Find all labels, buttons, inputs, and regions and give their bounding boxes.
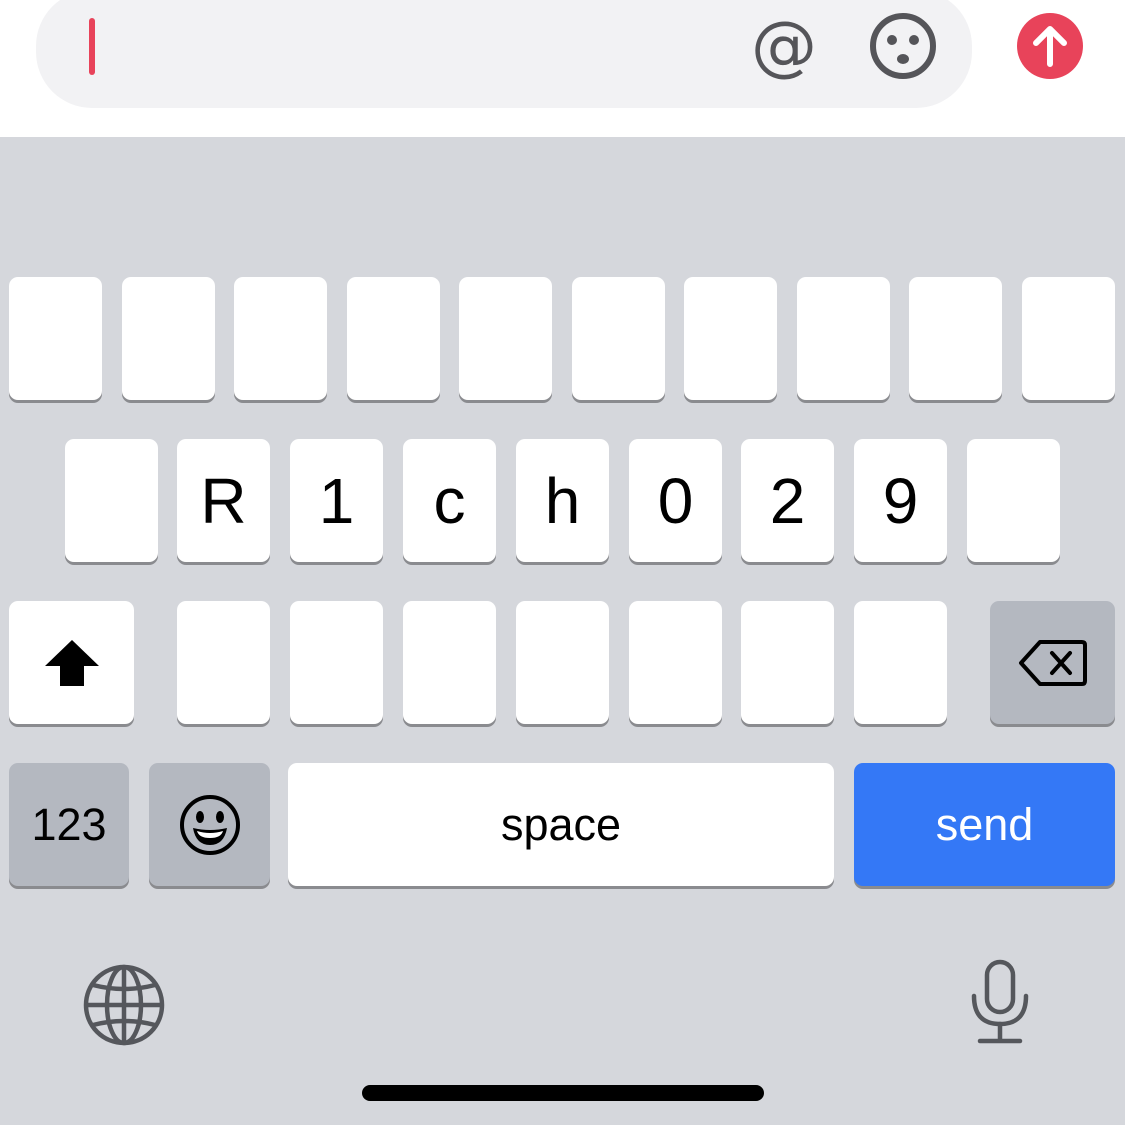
key-row3-5[interactable]	[629, 601, 722, 724]
shift-key[interactable]	[9, 601, 134, 724]
key-row1-2[interactable]	[122, 277, 215, 400]
key-row1-1[interactable]	[9, 277, 102, 400]
keyboard-screen: @ R 1 c h 0 2 9 123 space send	[0, 0, 1125, 1125]
globe-icon[interactable]	[82, 963, 166, 1047]
arrow-up-circle-icon[interactable]	[1016, 12, 1084, 80]
home-indicator[interactable]	[362, 1085, 764, 1101]
key-row1-7[interactable]	[684, 277, 777, 400]
grinning-face-icon	[179, 794, 240, 855]
shift-arrow-icon	[44, 639, 99, 686]
microphone-icon[interactable]	[968, 958, 1032, 1046]
key-row2-6[interactable]: 0	[629, 439, 722, 562]
key-row3-1[interactable]	[177, 601, 270, 724]
message-input[interactable]	[36, 0, 972, 108]
key-row3-3[interactable]	[403, 601, 496, 724]
smiley-face-icon[interactable]	[868, 11, 938, 81]
send-key[interactable]: send	[854, 763, 1115, 886]
key-row3-7[interactable]	[854, 601, 947, 724]
key-row2-8[interactable]: 9	[854, 439, 947, 562]
key-row2-2[interactable]: R	[177, 439, 270, 562]
key-row2-9[interactable]	[967, 439, 1060, 562]
text-caret	[89, 18, 95, 75]
key-row1-3[interactable]	[234, 277, 327, 400]
key-row1-4[interactable]	[347, 277, 440, 400]
suggestion-bar	[0, 137, 1125, 257]
numbers-key[interactable]: 123	[9, 763, 129, 886]
message-composer: @	[0, 0, 1125, 137]
key-row2-1[interactable]	[65, 439, 158, 562]
key-row1-10[interactable]	[1022, 277, 1115, 400]
key-row2-3[interactable]: 1	[290, 439, 383, 562]
key-row1-5[interactable]	[459, 277, 552, 400]
key-row3-4[interactable]	[516, 601, 609, 724]
svg-text:@: @	[751, 12, 817, 80]
space-key[interactable]: space	[288, 763, 834, 886]
backspace-icon	[1018, 639, 1087, 686]
at-icon[interactable]: @	[748, 12, 820, 80]
key-row1-6[interactable]	[572, 277, 665, 400]
key-row2-5[interactable]: h	[516, 439, 609, 562]
emoji-key[interactable]	[149, 763, 270, 886]
key-row1-9[interactable]	[909, 277, 1002, 400]
key-row2-4[interactable]: c	[403, 439, 496, 562]
key-row1-8[interactable]	[797, 277, 890, 400]
key-row2-7[interactable]: 2	[741, 439, 834, 562]
key-row3-2[interactable]	[290, 601, 383, 724]
key-row3-6[interactable]	[741, 601, 834, 724]
delete-key[interactable]	[990, 601, 1115, 724]
